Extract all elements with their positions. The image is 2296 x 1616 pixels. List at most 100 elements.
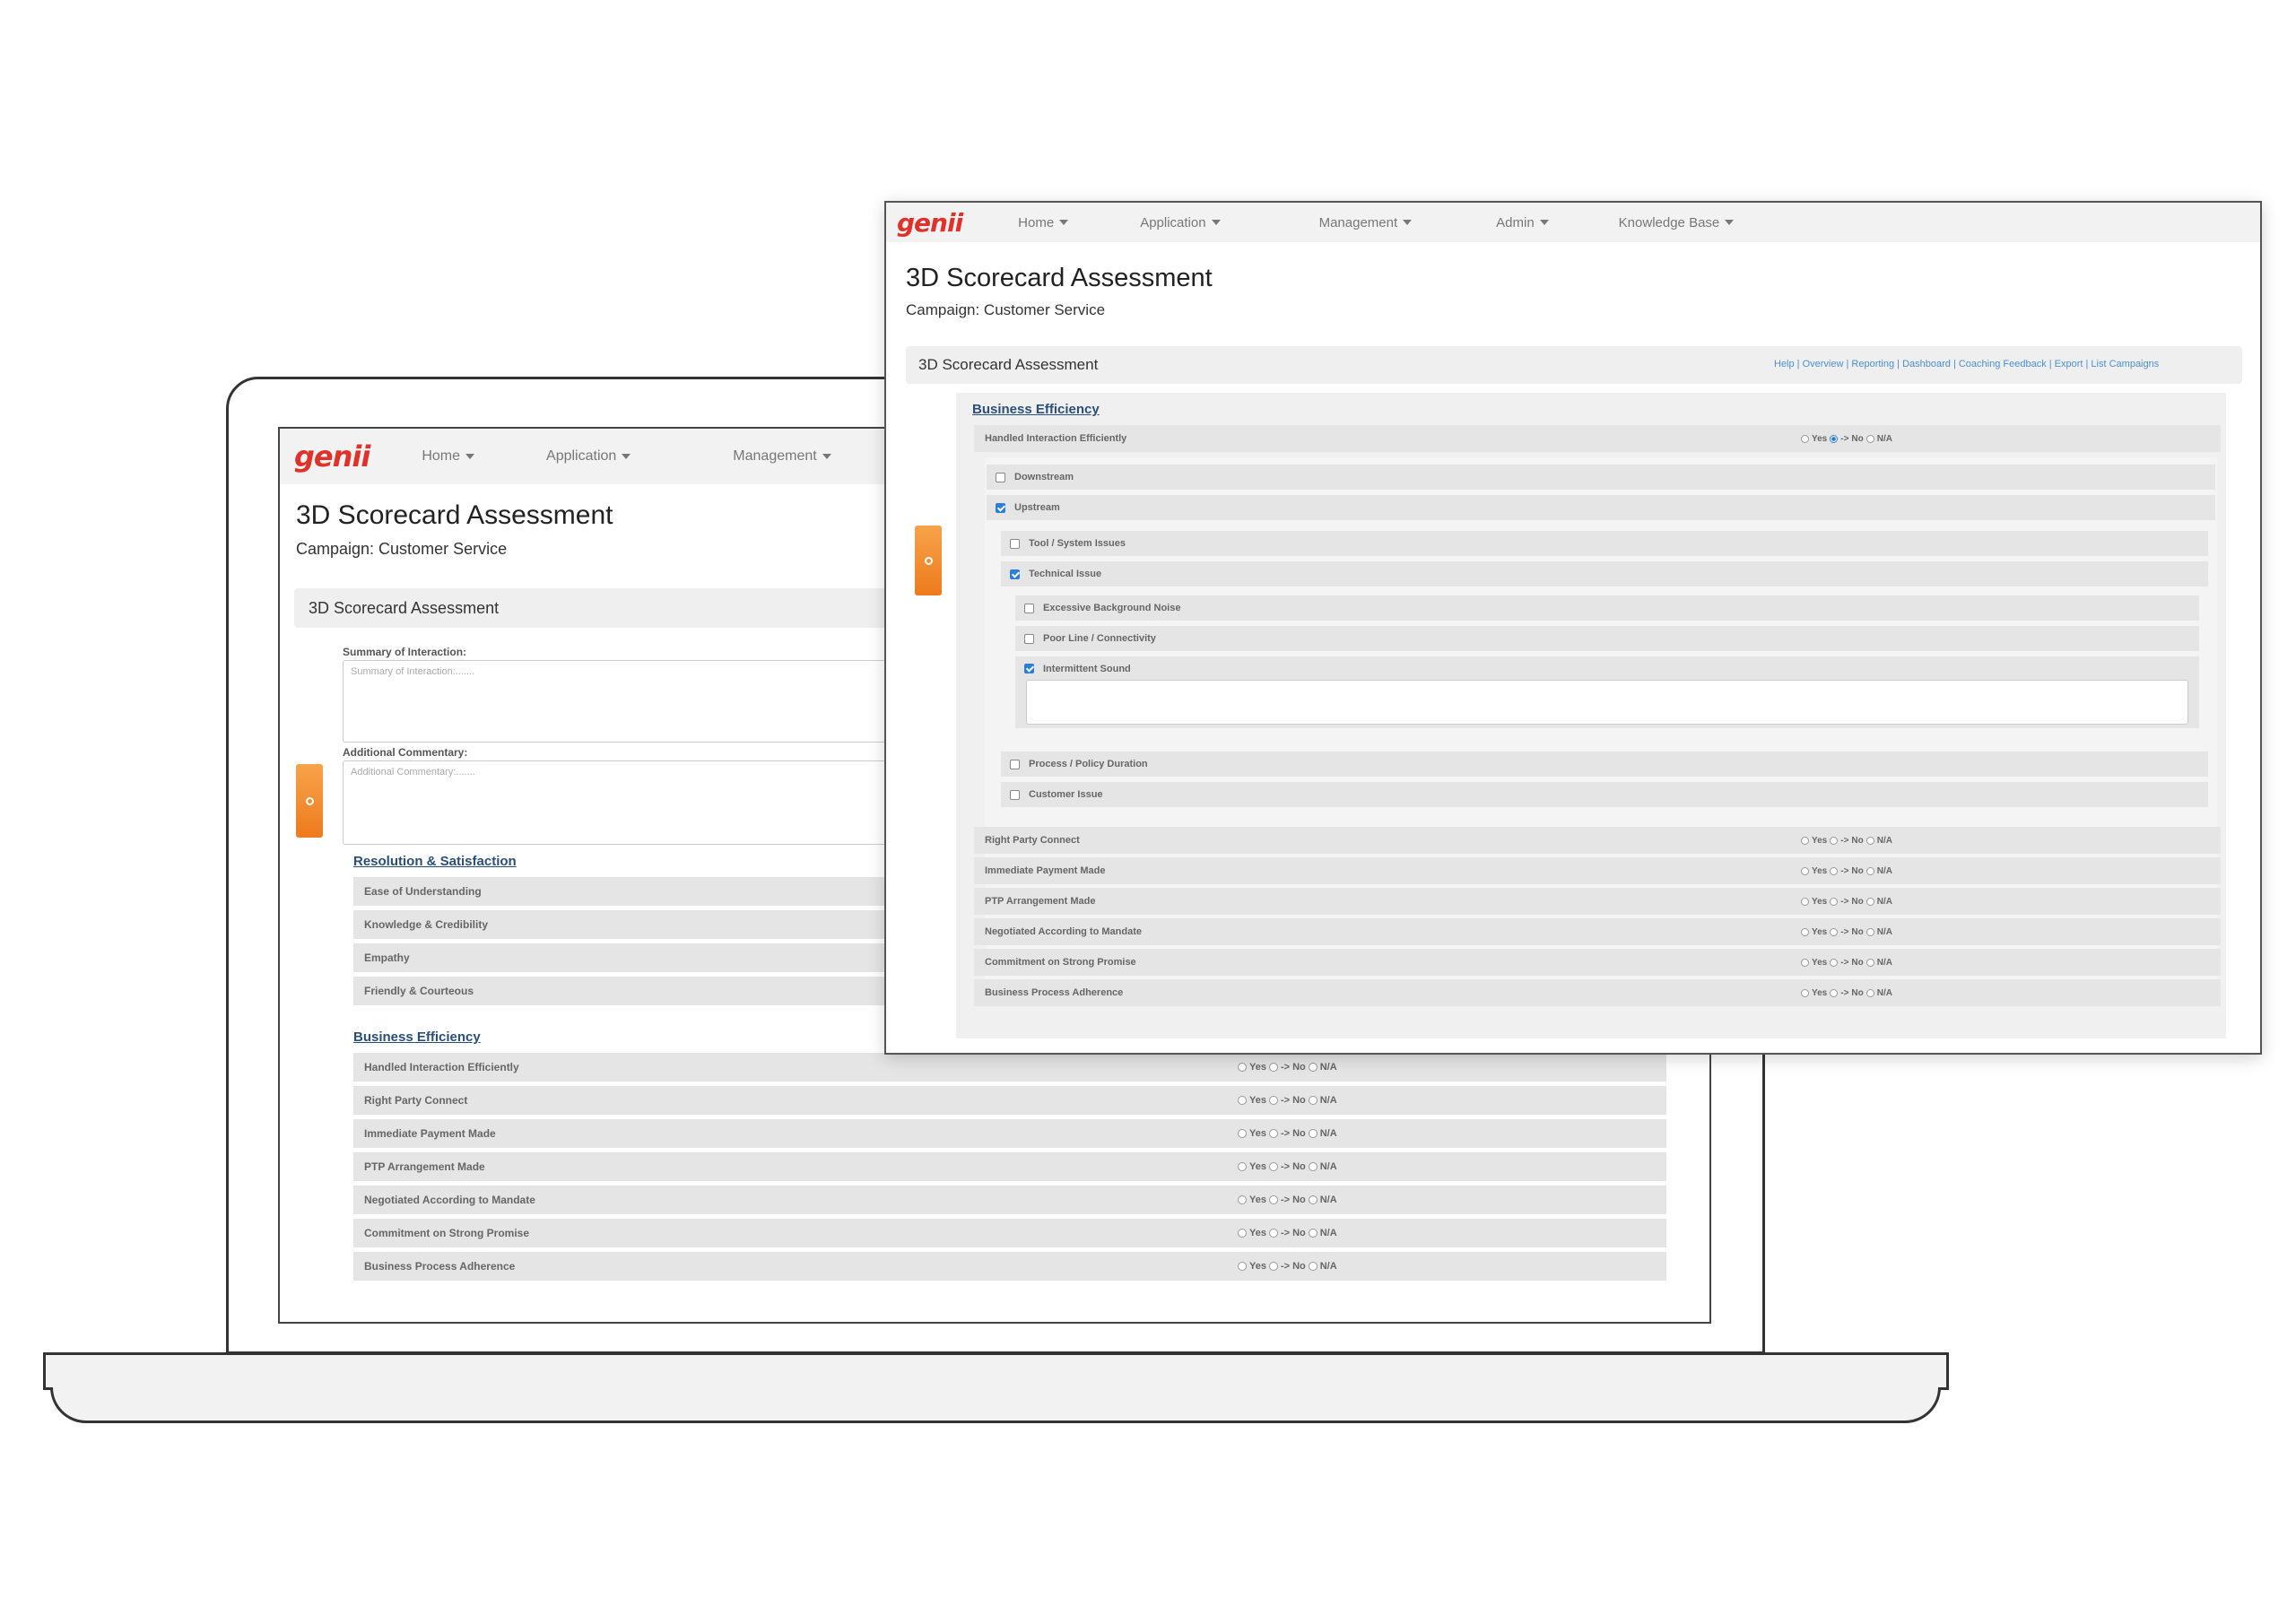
- radio-na[interactable]: [1308, 1162, 1318, 1171]
- radio-yes[interactable]: [1238, 1063, 1247, 1072]
- nav-knowledge-base[interactable]: Knowledge Base: [1619, 215, 1735, 230]
- radio-no[interactable]: [1830, 867, 1839, 875]
- radio-yes-label: Yes: [1812, 897, 1828, 907]
- radio-na[interactable]: [1866, 898, 1874, 906]
- poor-line-checkbox[interactable]: [1024, 633, 1034, 644]
- radio-yes[interactable]: [1238, 1162, 1247, 1171]
- settings-tab[interactable]: [915, 526, 942, 595]
- intermittent-checkbox[interactable]: [1024, 664, 1034, 673]
- radio-yes-label: Yes: [1812, 434, 1828, 444]
- radio-yes[interactable]: [1238, 1096, 1247, 1105]
- nav-home[interactable]: Home: [422, 448, 475, 465]
- option-downstream[interactable]: Downstream: [987, 465, 2215, 490]
- radio-yes-label: Yes: [1249, 1128, 1266, 1139]
- option-technical[interactable]: Technical Issue: [1001, 561, 2208, 586]
- genii-logo[interactable]: genii: [897, 208, 963, 238]
- option-poor-line[interactable]: Poor Line / Connectivity: [1015, 626, 2199, 651]
- customer-issue-checkbox[interactable]: [1010, 789, 1020, 800]
- row-label: Immediate Payment Made: [364, 1127, 496, 1140]
- radio-na-label: N/A: [1876, 988, 1892, 998]
- radio-no[interactable]: [1268, 1063, 1278, 1072]
- radio-na[interactable]: [1866, 959, 1874, 967]
- radio-no[interactable]: [1268, 1229, 1278, 1238]
- radio-na[interactable]: [1866, 867, 1874, 875]
- nav-home[interactable]: Home: [1018, 215, 1069, 230]
- radio-no[interactable]: [1268, 1162, 1278, 1171]
- radio-yes[interactable]: [1801, 867, 1809, 875]
- laptop-radio-group: Yes -> No N/A: [1238, 1128, 1337, 1139]
- radio-na[interactable]: [1866, 837, 1874, 845]
- radio-no[interactable]: [1268, 1262, 1278, 1271]
- intermittent-comment-input[interactable]: [1026, 680, 2188, 725]
- option-tool-system[interactable]: Tool / System Issues: [1001, 531, 2208, 556]
- summary-label: Summary of Interaction:: [343, 646, 467, 658]
- radio-yes[interactable]: [1238, 1195, 1247, 1204]
- nav-management[interactable]: Management: [733, 448, 831, 465]
- nav-management-label: Management: [733, 448, 817, 464]
- settings-tab[interactable]: [296, 764, 323, 838]
- radio-no[interactable]: [1830, 898, 1839, 906]
- nav-management-label: Management: [1318, 214, 1398, 230]
- caret-down-icon: [1539, 220, 1549, 225]
- radio-no[interactable]: [1830, 837, 1839, 845]
- radio-na-label: N/A: [1876, 927, 1892, 937]
- campaign-subtitle: Campaign: Customer Service: [296, 540, 508, 558]
- upstream-label: Upstream: [1014, 502, 1060, 513]
- downstream-checkbox[interactable]: [996, 472, 1005, 482]
- nav-application[interactable]: Application: [1140, 215, 1221, 230]
- nav-application[interactable]: Application: [546, 448, 631, 465]
- laptop-row-business-2: Immediate Payment Made: [353, 1119, 1666, 1148]
- radio-yes[interactable]: [1801, 435, 1809, 443]
- radio-yes[interactable]: [1238, 1129, 1247, 1138]
- handled-radio-group: Yes -> No N/A: [1801, 434, 1892, 444]
- radio-yes[interactable]: [1238, 1262, 1247, 1271]
- radio-no-label: No: [1851, 927, 1864, 937]
- radio-yes[interactable]: [1801, 837, 1809, 845]
- nav-admin[interactable]: Admin: [1496, 215, 1549, 230]
- radio-yes[interactable]: [1801, 989, 1809, 997]
- tool-system-checkbox[interactable]: [1010, 538, 1020, 549]
- panel-links[interactable]: Help | Overview | Reporting | Dashboard …: [1774, 359, 2159, 369]
- radio-yes[interactable]: [1801, 898, 1809, 906]
- radio-yes[interactable]: [1801, 959, 1809, 967]
- process-policy-checkbox[interactable]: [1010, 759, 1020, 769]
- caret-down-icon: [1211, 220, 1221, 225]
- section-business-laptop: Business Efficiency: [353, 1030, 481, 1045]
- laptop-radio-group: Yes -> No N/A: [1238, 1062, 1337, 1073]
- option-upstream[interactable]: Upstream: [987, 495, 2215, 520]
- radio-arrow: ->: [1840, 836, 1849, 846]
- technical-checkbox[interactable]: [1010, 569, 1020, 579]
- laptop-base-bottom: [50, 1387, 1941, 1423]
- radio-na[interactable]: [1866, 928, 1874, 936]
- radio-na[interactable]: [1308, 1229, 1318, 1238]
- radio-no[interactable]: [1268, 1129, 1278, 1138]
- row-label: Friendly & Courteous: [364, 985, 474, 997]
- radio-no[interactable]: [1830, 928, 1839, 936]
- radio-yes-label: Yes: [1812, 988, 1828, 998]
- radio-no[interactable]: [1830, 989, 1839, 997]
- radio-na[interactable]: [1866, 989, 1874, 997]
- radio-na[interactable]: [1308, 1262, 1318, 1271]
- radio-no-label: No: [1851, 836, 1864, 846]
- radio-na[interactable]: [1308, 1096, 1318, 1105]
- upstream-checkbox[interactable]: [996, 502, 1005, 513]
- radio-yes[interactable]: [1801, 928, 1809, 936]
- option-process-policy[interactable]: Process / Policy Duration: [1001, 752, 2208, 777]
- genii-logo[interactable]: genii: [294, 439, 370, 474]
- radio-no[interactable]: [1830, 959, 1839, 967]
- radio-yes[interactable]: [1238, 1229, 1247, 1238]
- radio-arrow: ->: [1840, 927, 1849, 937]
- radio-na[interactable]: [1308, 1063, 1318, 1072]
- option-excessive-noise[interactable]: Excessive Background Noise: [1015, 595, 2199, 621]
- nav-management[interactable]: Management: [1319, 215, 1413, 230]
- radio-na[interactable]: [1866, 435, 1874, 443]
- option-customer-issue[interactable]: Customer Issue: [1001, 782, 2208, 807]
- excessive-noise-checkbox[interactable]: [1024, 603, 1034, 613]
- radio-no-selected[interactable]: [1830, 435, 1839, 443]
- laptop-radio-group: Yes -> No N/A: [1238, 1261, 1337, 1272]
- radio-na[interactable]: [1308, 1129, 1318, 1138]
- radio-no[interactable]: [1268, 1096, 1278, 1105]
- radio-na[interactable]: [1308, 1195, 1318, 1204]
- radio-no[interactable]: [1268, 1195, 1278, 1204]
- radio-na-label: N/A: [1319, 1161, 1337, 1172]
